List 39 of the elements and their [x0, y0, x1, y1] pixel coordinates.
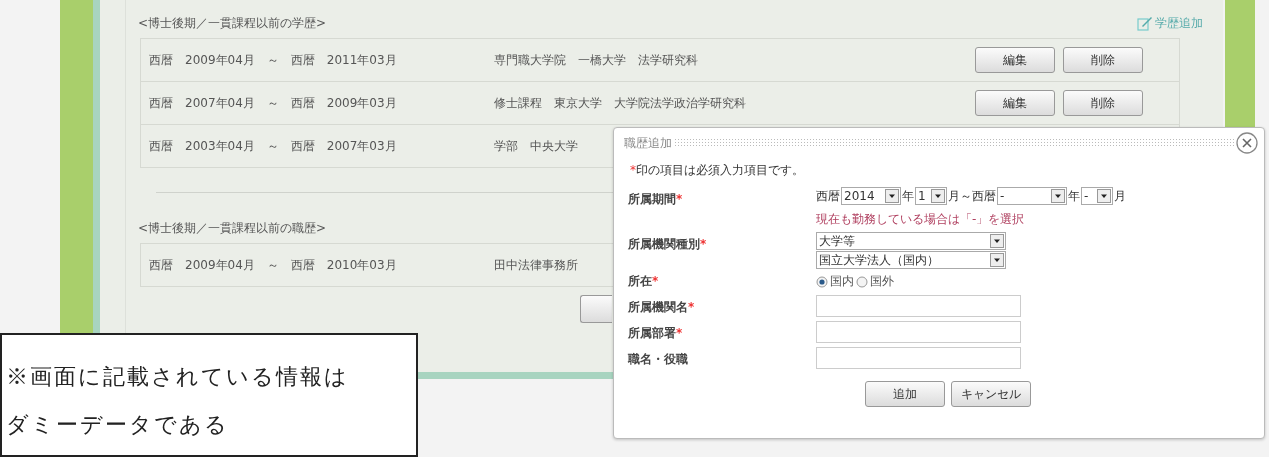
period-text: 西暦 2003年04月 ～ 西暦 2007年03月	[149, 137, 398, 155]
date-unit-text: 月	[1114, 187, 1126, 205]
section-heading: <博士後期／一貫課程以前の職歴>	[138, 219, 327, 237]
edit-button[interactable]: 編集	[975, 47, 1055, 73]
add-button[interactable]: 追加	[865, 381, 945, 407]
field-label: 所属機関種別*	[628, 236, 708, 253]
field-label: 所属部署*	[628, 325, 684, 342]
institution-text: 専門職大学院 一橋大学 法学研究科	[494, 51, 698, 69]
field-label: 所属期間*	[628, 191, 684, 208]
dialog-title: 職歴追加	[624, 134, 672, 152]
dropdown[interactable]: 1	[915, 187, 947, 205]
radio-label[interactable]: 国内	[830, 273, 854, 290]
field-label: 職名・役職	[628, 351, 689, 368]
required-note: *印の項目は必須入力項目です。	[629, 162, 805, 179]
date-unit-text: 年	[1068, 187, 1080, 205]
institution-text: 田中法律事務所	[494, 256, 578, 274]
section-heading: <博士後期／一貫課程以前の学歴>	[138, 14, 327, 32]
dropdown[interactable]: 2014	[841, 187, 901, 205]
disclaimer-text: ※画面に記載されている情報は ダミーデータである	[6, 363, 350, 439]
field-label: 所属機関名*	[628, 299, 696, 316]
cancel-button[interactable]: キャンセル	[951, 381, 1031, 407]
date-unit-text: 月～西暦	[948, 187, 996, 205]
period-text: 西暦 2009年04月 ～ 西暦 2010年03月	[149, 256, 398, 274]
date-unit-text: 年	[902, 187, 914, 205]
institution-text: 修士課程 東京大学 大学院法学政治学研究科	[494, 94, 746, 112]
edit-button[interactable]: 編集	[975, 90, 1055, 116]
period-text: 西暦 2009年04月 ～ 西暦 2011年03月	[149, 51, 398, 69]
field-label: 所在*	[628, 273, 660, 290]
radio-label[interactable]: 国外	[870, 273, 894, 290]
dropdown[interactable]: 国立大学法人（国内）	[816, 251, 1006, 269]
dropdown[interactable]: 大学等	[816, 232, 1006, 250]
date-unit-text: 西暦	[816, 187, 840, 205]
dropdown[interactable]: -	[1081, 187, 1113, 205]
hint-text: 現在も勤務している場合は「-」を選択	[816, 211, 1026, 228]
delete-button[interactable]: 削除	[1063, 47, 1143, 73]
period-text: 西暦 2007年04月 ～ 西暦 2009年03月	[149, 94, 398, 112]
institution-text: 学部 中央大学	[494, 137, 578, 155]
delete-button[interactable]: 削除	[1063, 90, 1143, 116]
dropdown[interactable]: -	[997, 187, 1067, 205]
